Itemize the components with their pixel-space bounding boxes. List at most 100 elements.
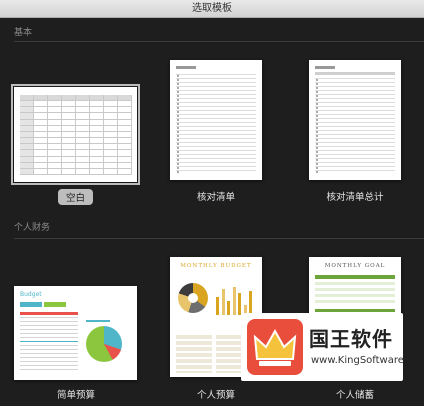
blank-grid-cell <box>20 168 34 175</box>
simple-budget-row <box>20 365 78 366</box>
section-label-personal-finance: 个人财务 <box>14 223 51 233</box>
simple-budget-row <box>20 321 78 322</box>
crown-logo-icon <box>247 319 303 375</box>
checklist-checkbox <box>316 123 318 125</box>
window-title: 选取模板 <box>192 3 232 14</box>
personal-budget-bar <box>238 293 241 315</box>
watermark-subtitle: www.KingSoftware <box>311 355 404 366</box>
simple-budget-bar-green <box>44 302 66 307</box>
checklist-row-line <box>315 130 395 131</box>
checklist-checkbox <box>316 163 318 165</box>
checklist-row-line <box>176 94 256 95</box>
checklist-row-line <box>315 154 395 155</box>
checklist-row-line <box>315 150 395 151</box>
checklist-row-line <box>176 82 256 83</box>
personal-budget-bar <box>232 287 236 315</box>
checklist-row-line <box>315 106 395 107</box>
template-label-checklist[interactable]: 核对清单 <box>156 189 276 203</box>
checklist-total-rows <box>315 78 395 174</box>
checklist-row-line <box>176 110 256 111</box>
blank-grid-cell <box>62 168 76 175</box>
simple-budget-row <box>20 357 78 358</box>
checklist-checkbox <box>177 147 179 149</box>
checklist-row-line <box>315 126 395 127</box>
checklist-checkbox <box>177 115 179 117</box>
personal-budget-donut-hole <box>188 293 198 303</box>
checklist-checkbox <box>177 111 179 113</box>
checklist-row-line <box>176 118 256 119</box>
simple-budget-header-red <box>20 312 78 315</box>
checklist-row-line <box>176 134 256 135</box>
checklist-checkbox <box>177 99 179 101</box>
checklist-row-line <box>176 122 256 123</box>
checklist-row-line <box>176 150 256 151</box>
template-label-simple-budget[interactable]: 简单预算 <box>16 387 136 401</box>
checklist-checkbox <box>177 131 179 133</box>
checklist-row-line <box>315 122 395 123</box>
checklist-checkbox <box>316 131 318 133</box>
simple-budget-pie <box>86 326 122 362</box>
simple-budget-row <box>20 325 78 326</box>
checklist-row-line <box>315 118 395 119</box>
checklist-checkbox <box>177 123 179 125</box>
watermark-title: 国王软件 <box>309 327 393 351</box>
checklist-row-line <box>315 158 395 159</box>
checklist-checkbox <box>316 139 318 141</box>
simple-budget-row <box>20 333 78 334</box>
checklist-checkbox <box>177 107 179 109</box>
template-label-blank[interactable]: 空白 <box>58 189 94 205</box>
simple-budget-row <box>20 345 78 346</box>
blank-grid-cell <box>90 168 104 175</box>
checklist-row-line <box>315 86 395 87</box>
checklist-row-line <box>176 74 256 75</box>
template-label-checklist-total[interactable]: 核对清单总计 <box>295 189 415 203</box>
checklist-checkbox <box>316 119 318 121</box>
checklist-row-line <box>315 94 395 95</box>
template-thumbnail-checklist[interactable] <box>170 60 262 180</box>
window-title-bar: 选取模板 <box>0 0 424 18</box>
checklist-checkbox <box>316 127 318 129</box>
blank-grid-cell <box>34 168 48 175</box>
checklist-checkbox <box>316 159 318 161</box>
checklist-row-line <box>315 90 395 91</box>
checklist-checkbox <box>316 135 318 137</box>
checklist-row-line <box>176 98 256 99</box>
template-thumbnail-blank[interactable] <box>11 84 140 185</box>
checklist-row-line <box>176 102 256 103</box>
checklist-row-line <box>176 86 256 87</box>
checklist-total-header <box>315 72 395 75</box>
checklist-checkbox <box>177 171 179 173</box>
simple-budget-row <box>20 369 78 370</box>
checklist-checkbox <box>177 139 179 141</box>
blank-grid-cell <box>118 168 132 175</box>
checklist-row-line <box>315 162 395 163</box>
template-thumbnail-simple-budget[interactable]: Budget <box>14 286 137 380</box>
section-divider-personal-finance <box>14 238 424 239</box>
personal-budget-bar <box>249 291 252 315</box>
checklist-row-line <box>315 82 395 83</box>
checklist-checkbox <box>316 111 318 113</box>
template-label-personal-budget[interactable]: 个人预算 <box>156 387 276 401</box>
checklist-checkbox <box>177 135 179 137</box>
simple-budget-row <box>20 349 78 350</box>
checklist-checkbox <box>177 127 179 129</box>
checklist-row-line <box>176 166 256 167</box>
section-divider-basic <box>14 41 424 42</box>
checklist-row-line <box>176 146 256 147</box>
checklist-row-line <box>176 138 256 139</box>
checklist-checkbox <box>177 159 179 161</box>
blank-grid-cell <box>104 168 118 175</box>
checklist-checkbox <box>177 91 179 93</box>
checklist-row-line <box>176 170 256 171</box>
checklist-checkbox <box>177 143 179 145</box>
checklist-checkbox <box>177 95 179 97</box>
checklist-row-line <box>176 158 256 159</box>
checklist-checkbox <box>316 107 318 109</box>
template-label-personal-savings[interactable]: 个人储蓄 <box>295 387 415 401</box>
checklist-checkbox <box>316 151 318 153</box>
personal-savings-header-bar <box>315 275 395 279</box>
checklist-checkbox <box>316 147 318 149</box>
checklist-title <box>176 66 196 69</box>
template-thumbnail-checklist-total[interactable] <box>309 60 401 180</box>
checklist-row-line <box>176 154 256 155</box>
